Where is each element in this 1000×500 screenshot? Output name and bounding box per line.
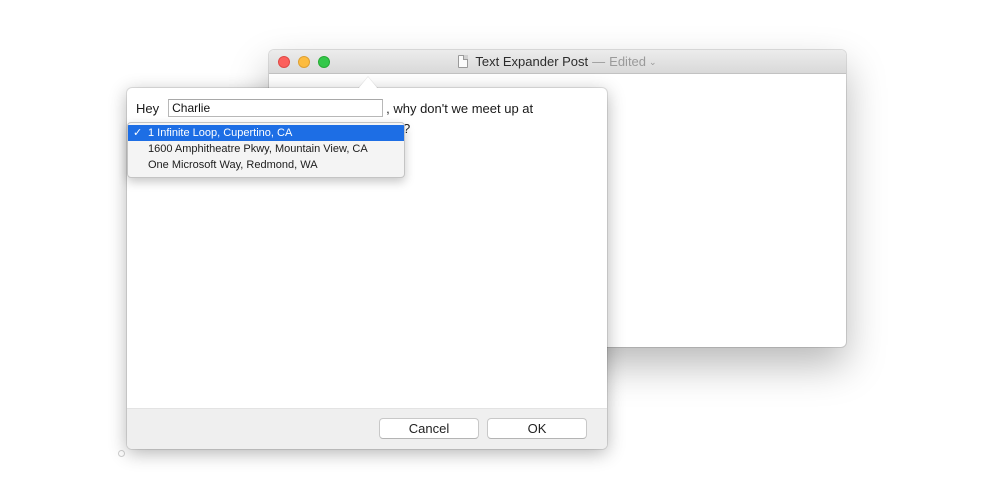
checkmark-icon: ✓ [133,127,143,139]
document-titlebar[interactable]: Text Expander Post — Edited ⌄ [269,50,846,74]
dropdown-item-microsoft-way[interactable]: One Microsoft Way, Redmond, WA [128,157,404,173]
document-icon [458,55,469,68]
dropdown-item-label: 1 Infinite Loop, Cupertino, CA [148,127,293,139]
chevron-down-icon[interactable]: ⌄ [649,57,657,68]
dropdown-item-infinite-loop[interactable]: ✓ 1 Infinite Loop, Cupertino, CA [128,125,404,141]
name-input[interactable] [168,99,384,117]
dropdown-item-amphitheatre[interactable]: 1600 Amphitheatre Pkwy, Mountain View, C… [128,141,404,157]
ok-button[interactable]: OK [487,418,587,439]
cancel-button[interactable]: Cancel [379,418,479,439]
greeting-text: Hey [136,100,160,116]
dropdown-item-label: 1600 Amphitheatre Pkwy, Mountain View, C… [148,143,368,155]
title-separator: — [592,54,606,69]
edited-label: Edited [609,54,647,69]
sentence-line-1: Hey , why don't we meet up at [136,98,533,118]
location-dropdown-menu: ✓ 1 Infinite Loop, Cupertino, CA 1600 Am… [127,122,405,178]
window-title-text: Text Expander Post [475,54,589,69]
dropdown-item-label: One Microsoft Way, Redmond, WA [148,159,318,171]
sentence-rest-text: , why don't we meet up at [386,100,534,116]
resize-handle[interactable] [118,450,125,457]
desktop: Text Expander Post — Edited ⌄ Hey , why … [0,0,1000,500]
window-title[interactable]: Text Expander Post — Edited ⌄ [269,50,846,73]
popover-arrow [358,77,378,89]
popover-footer: Cancel OK [127,408,607,449]
